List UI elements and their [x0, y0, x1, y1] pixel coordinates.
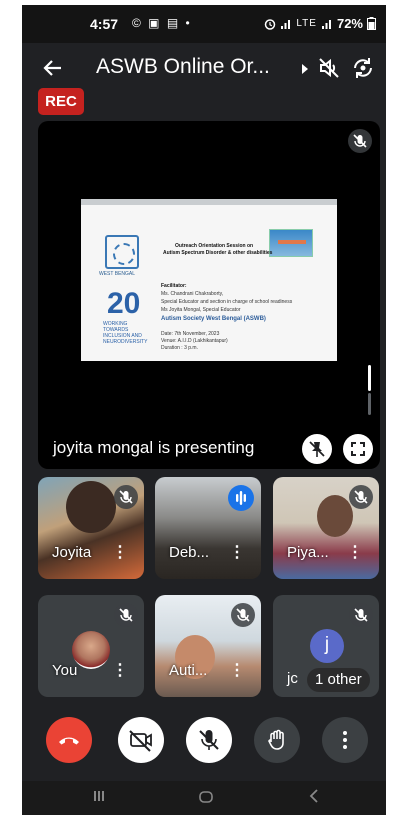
participant-video — [66, 481, 116, 533]
slide-20-logo: 20 — [107, 287, 141, 320]
scroll-indicator[interactable] — [368, 365, 371, 391]
notification-icons: © ▣ ▤ • — [132, 16, 192, 30]
camera-off-icon — [129, 730, 152, 752]
end-call-button[interactable] — [46, 717, 92, 763]
others-count-chip[interactable]: 1 other — [307, 668, 370, 692]
phone-screen: 4:57 © ▣ ▤ • LTE 72% ASWB Online Or... R… — [22, 5, 386, 815]
participant-name: jc — [287, 670, 298, 687]
more-options-icon[interactable]: ⋮ — [112, 663, 128, 679]
end-call-icon — [59, 737, 79, 745]
more-options-icon[interactable]: ⋮ — [229, 545, 245, 561]
battery-percent: 72% — [336, 16, 363, 31]
avatar — [72, 631, 110, 669]
slide-heading-1: Outreach Orientation Session on — [175, 243, 254, 249]
app-bar: ASWB Online Or... — [22, 43, 386, 93]
audio-level-icon — [236, 491, 246, 505]
status-time: 4:57 — [90, 16, 119, 32]
slide-heading-2: Autism Spectrum Disorder & other disabil… — [163, 250, 273, 256]
battery-icon — [367, 17, 376, 30]
slide-duration: Duration : 3 p.m. — [161, 345, 198, 351]
slide-org: Autism Society West Bengal (ASWB) — [161, 316, 266, 322]
participant-name: Joyita — [52, 544, 92, 561]
participant-video — [317, 495, 353, 537]
participant-name: Piya... — [287, 544, 329, 561]
participant-name: Deb... — [169, 544, 210, 561]
more-options-icon[interactable]: ⋮ — [347, 545, 363, 561]
home-icon[interactable] — [198, 789, 214, 805]
more-options-icon[interactable]: ⋮ — [112, 545, 128, 561]
avatar-initial: j — [324, 634, 330, 655]
autism-society-logo — [105, 235, 139, 269]
slide-person-2: Ms Joyita Mongal, Special Educator — [161, 307, 241, 313]
mic-off-icon — [231, 603, 255, 627]
more-options-button[interactable] — [322, 717, 368, 763]
participant-tile-others[interactable]: j jc 1 other — [273, 595, 379, 697]
fullscreen-button[interactable] — [343, 434, 373, 464]
speaking-indicator — [228, 485, 254, 511]
raise-hand-button[interactable] — [254, 717, 300, 763]
meeting-title[interactable]: ASWB Online Or... — [96, 55, 296, 79]
system-nav-bar — [22, 781, 386, 815]
raise-hand-icon — [268, 729, 284, 750]
slide-role-1: Special Educator and section in charge o… — [161, 299, 293, 305]
switch-camera-icon[interactable] — [350, 55, 376, 81]
mic-off-icon — [114, 485, 138, 509]
caret-right-icon[interactable] — [300, 63, 310, 75]
slide-venue: Venue: A.I.I.D (Lakhikantapur) — [161, 338, 228, 344]
avatar: j — [310, 629, 344, 663]
unpin-button[interactable] — [302, 434, 332, 464]
back-arrow-icon[interactable] — [42, 57, 64, 79]
slide-date: Date: 7th November, 2023 — [161, 331, 220, 337]
scroll-track — [368, 393, 371, 415]
recent-apps-icon[interactable] — [92, 789, 106, 803]
pin-off-icon — [309, 441, 325, 457]
mic-off-icon — [349, 485, 373, 509]
signal-icon — [281, 19, 291, 29]
mic-off-icon — [199, 730, 219, 750]
network-type: LTE — [296, 18, 317, 29]
signal-icon-2 — [321, 19, 331, 29]
participant-name: You — [52, 662, 78, 679]
more-options-icon[interactable]: ⋮ — [229, 663, 245, 679]
presentation-tile[interactable]: WEST BENGAL Outreach Orientation Session… — [38, 121, 380, 469]
slide-person-1: Ms. Chandrani Chakraborty, — [161, 291, 224, 297]
camera-toggle-button[interactable] — [118, 717, 164, 763]
fullscreen-icon — [351, 442, 365, 456]
mic-off-icon — [349, 603, 373, 627]
more-options-icon — [343, 731, 347, 749]
mic-off-icon — [114, 603, 138, 627]
participant-tile-deb[interactable]: Deb... ⋮ — [155, 477, 261, 579]
mic-off-icon — [348, 129, 372, 153]
mic-toggle-button[interactable] — [186, 717, 232, 763]
call-controls — [22, 717, 386, 773]
recording-badge: REC — [38, 88, 84, 115]
status-bar: 4:57 © ▣ ▤ • LTE 72% — [22, 5, 386, 43]
presenting-label: joyita mongal is presenting — [53, 438, 255, 457]
participant-tile-joyita[interactable]: Joyita ⋮ — [38, 477, 144, 579]
participant-tile-piya[interactable]: Piya... ⋮ — [273, 477, 379, 579]
back-icon[interactable] — [308, 789, 320, 803]
slide-banner-image — [269, 229, 313, 257]
shared-slide: WEST BENGAL Outreach Orientation Session… — [81, 199, 337, 361]
slide-facilitator: Facilitator: — [161, 283, 187, 289]
alarm-icon — [265, 18, 276, 30]
status-right: LTE 72% — [264, 16, 376, 31]
participant-name: Auti... — [169, 662, 208, 679]
participant-tile-autism-society[interactable]: Auti... ⋮ — [155, 595, 261, 697]
participant-tile-you[interactable]: You ⋮ — [38, 595, 144, 697]
logo-caption: WEST BENGAL — [99, 271, 136, 277]
speaker-off-icon[interactable] — [316, 55, 342, 81]
slide-20-caption: WORKING TOWARDS INCLUSION AND NEURODIVER… — [103, 321, 148, 345]
